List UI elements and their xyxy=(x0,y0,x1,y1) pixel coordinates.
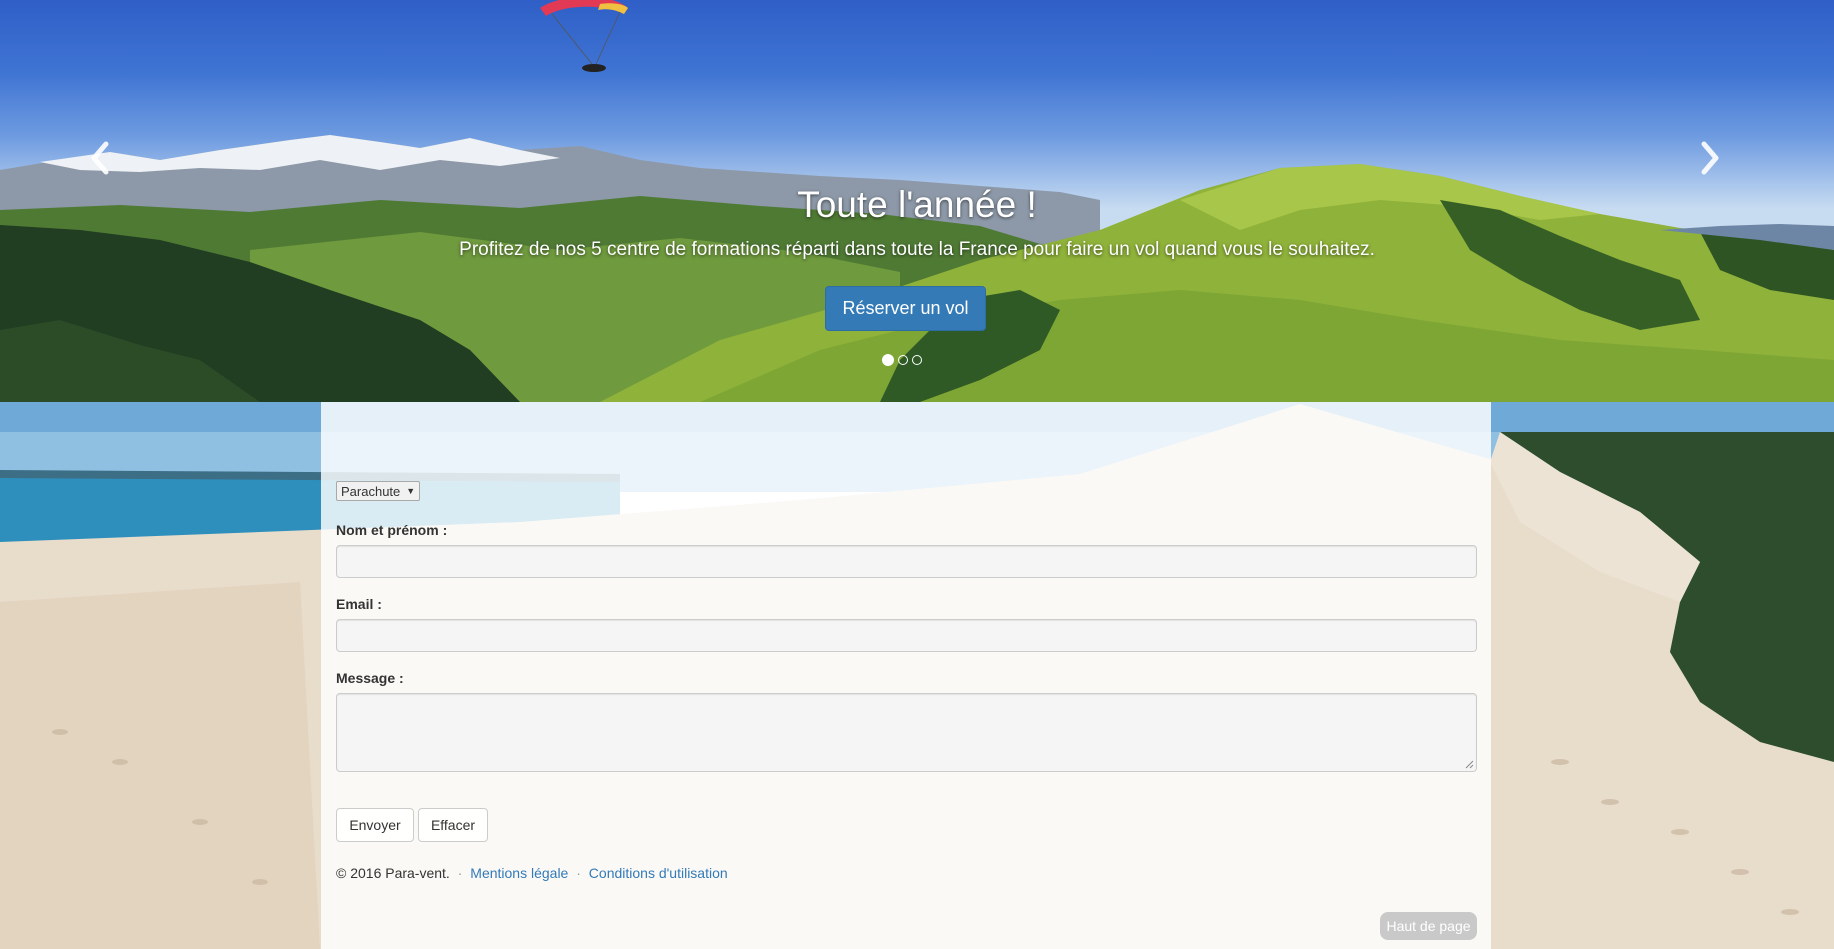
chevron-left-icon xyxy=(91,141,109,175)
email-label: Email : xyxy=(336,596,382,612)
reset-button[interactable]: Effacer xyxy=(418,808,488,842)
carousel-prev-control[interactable] xyxy=(82,138,122,178)
message-label: Message : xyxy=(336,670,404,686)
separator-dot: · xyxy=(457,865,463,881)
chevron-right-icon xyxy=(1701,141,1719,175)
caret-down-icon: ▼ xyxy=(406,486,416,496)
activity-select[interactable]: Parachute ▼ xyxy=(336,481,421,501)
legal-notice-link[interactable]: Mentions légale xyxy=(470,865,568,881)
back-to-top-button[interactable]: Haut de page xyxy=(1380,912,1477,940)
carousel-indicator-3[interactable] xyxy=(912,355,922,365)
hero-carousel: Toute l'année ! Profitez de nos 5 centre… xyxy=(0,0,1834,402)
name-field[interactable] xyxy=(336,545,1477,578)
carousel-caption-title: Toute l'année ! xyxy=(797,184,1037,225)
carousel-next-control[interactable] xyxy=(1690,138,1730,178)
carousel-indicators xyxy=(882,354,922,366)
page-body: Parachute ▼ Nom et prénom : Email : Mess… xyxy=(0,402,1834,949)
carousel-indicator-1[interactable] xyxy=(882,354,894,366)
name-label: Nom et prénom : xyxy=(336,522,448,538)
submit-button[interactable]: Envoyer xyxy=(336,808,414,842)
copyright-text: © 2016 Para-vent. xyxy=(336,865,450,881)
contact-panel: Parachute ▼ Nom et prénom : Email : Mess… xyxy=(321,402,1491,949)
activity-select-value: Parachute xyxy=(341,483,401,499)
separator-dot: · xyxy=(576,865,581,881)
carousel-indicator-2[interactable] xyxy=(898,355,908,365)
footer: © 2016 Para-vent. · Mentions légale · Co… xyxy=(336,865,728,881)
resize-handle-icon[interactable] xyxy=(1464,759,1474,769)
terms-link[interactable]: Conditions d'utilisation xyxy=(589,865,728,881)
message-textarea[interactable] xyxy=(336,693,1477,772)
email-field[interactable] xyxy=(336,619,1477,652)
book-flight-button[interactable]: Réserver un vol xyxy=(825,286,986,331)
carousel-caption-text: Profitez de nos 5 centre de formations r… xyxy=(459,239,1375,260)
